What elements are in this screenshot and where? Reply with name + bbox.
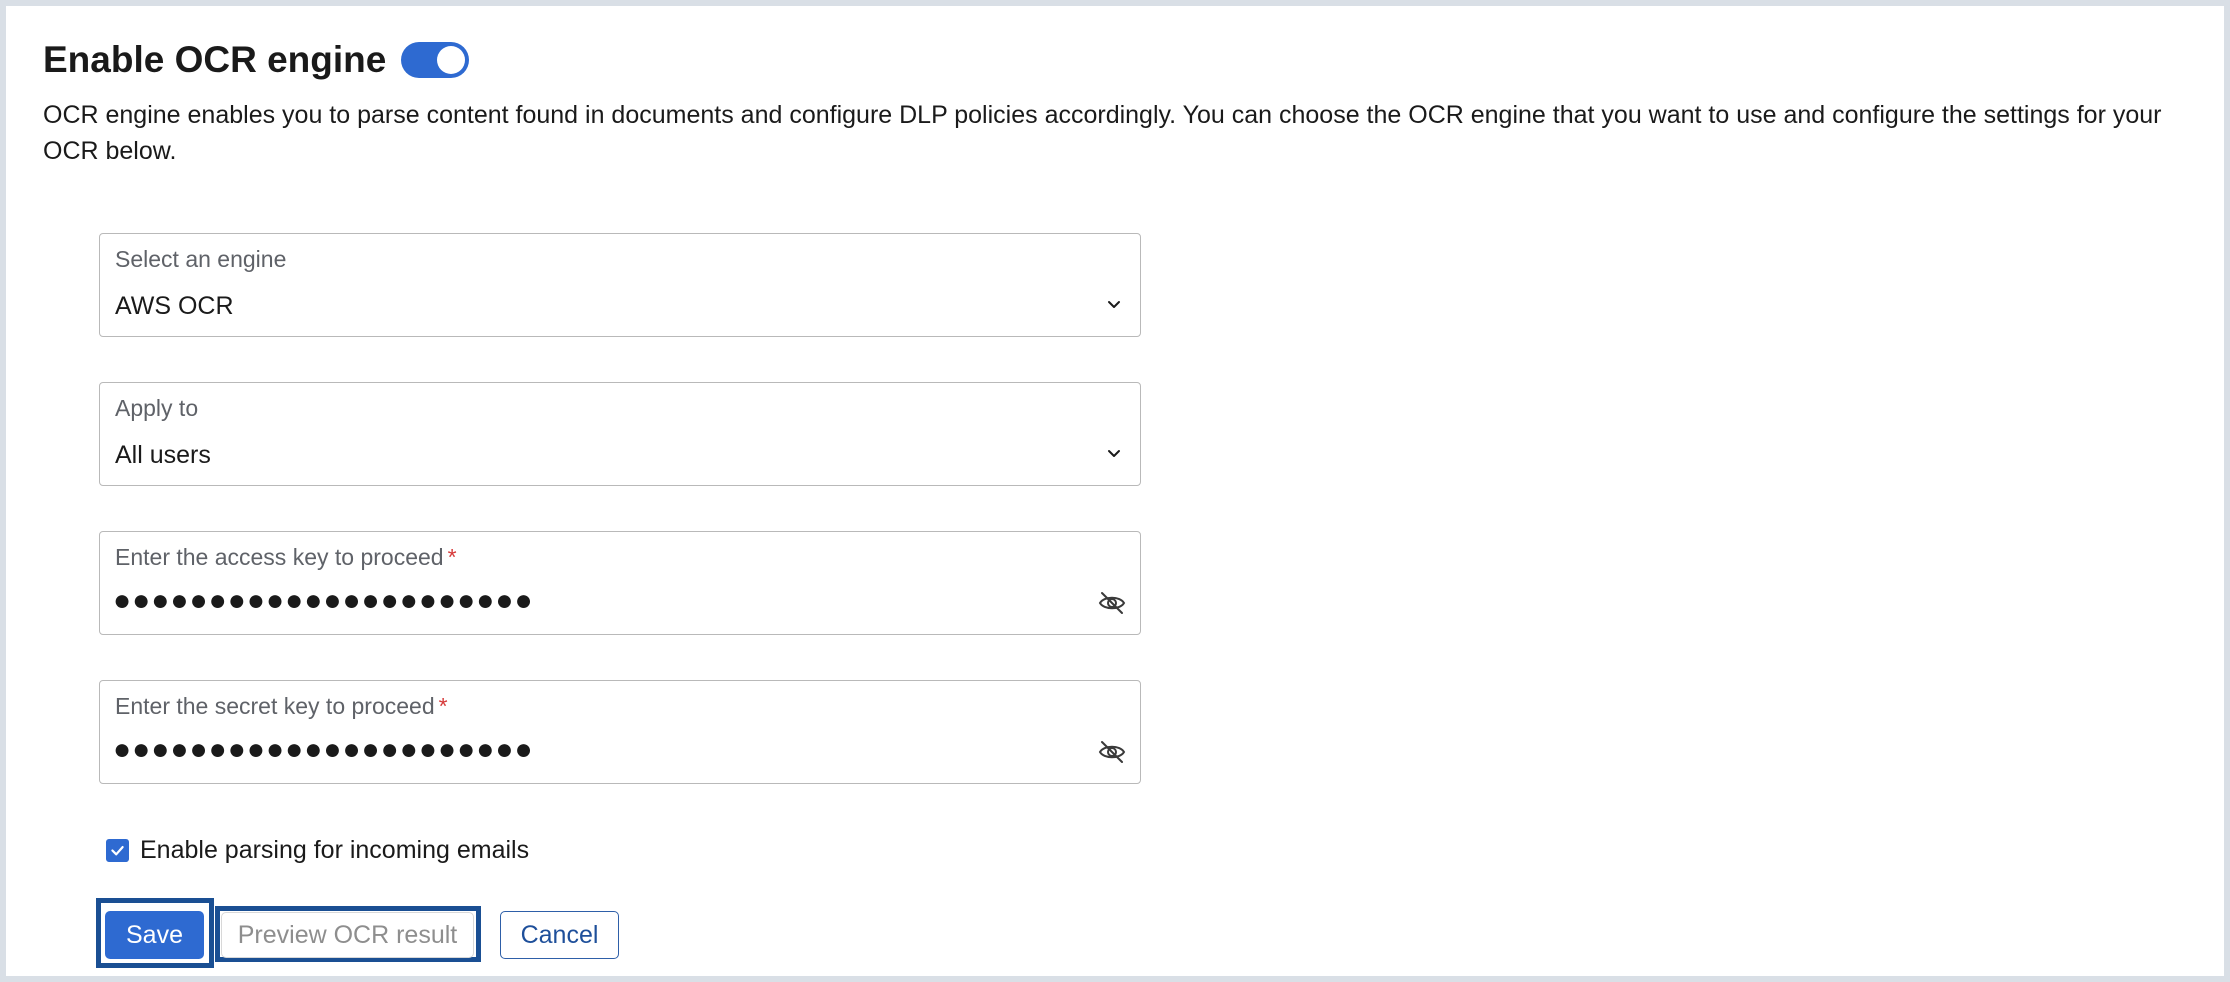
access-key-input[interactable]: ●●●●●●●●●●●●●●●●●●●●●● [113,584,534,618]
cancel-button[interactable]: Cancel [500,911,619,959]
eye-off-icon[interactable] [1097,737,1127,767]
preview-ocr-result-button[interactable]: Preview OCR result [221,912,474,958]
ocr-settings-panel: Enable OCR engine OCR engine enables you… [6,6,2224,976]
save-button[interactable]: Save [105,911,204,959]
parse-emails-checkbox[interactable] [106,839,129,862]
page-title: Enable OCR engine [43,39,387,80]
secret-key-field[interactable]: Enter the secret key to proceed * ●●●●●●●… [99,680,1141,784]
access-key-label: Enter the access key to proceed * [115,544,457,571]
apply-to-value: All users [115,441,211,469]
secret-key-label-text: Enter the secret key to proceed [115,693,435,719]
chevron-down-icon [1108,301,1120,308]
engine-select[interactable]: Select an engine AWS OCR [99,233,1141,337]
parse-emails-option: Enable parsing for incoming emails [106,836,529,865]
required-mark: * [447,544,457,570]
enable-ocr-toggle[interactable] [401,41,470,78]
secret-key-input[interactable]: ●●●●●●●●●●●●●●●●●●●●●● [113,733,534,767]
eye-off-icon[interactable] [1097,588,1127,618]
title-row: Enable OCR engine [43,39,470,80]
page-description: OCR engine enables you to parse content … [43,101,2162,165]
access-key-label-text: Enter the access key to proceed [115,544,444,570]
check-icon [111,845,124,856]
apply-to-select[interactable]: Apply to All users [99,382,1141,486]
access-key-field[interactable]: Enter the access key to proceed * ●●●●●●●… [99,531,1141,635]
apply-to-label: Apply to [115,395,199,421]
required-mark: * [438,693,448,719]
chevron-down-icon [1108,450,1120,457]
parse-emails-label: Enable parsing for incoming emails [140,836,530,864]
engine-select-label: Select an engine [115,246,287,272]
toggle-knob [437,45,466,74]
secret-key-label: Enter the secret key to proceed * [115,693,448,720]
engine-select-value: AWS OCR [115,292,234,320]
